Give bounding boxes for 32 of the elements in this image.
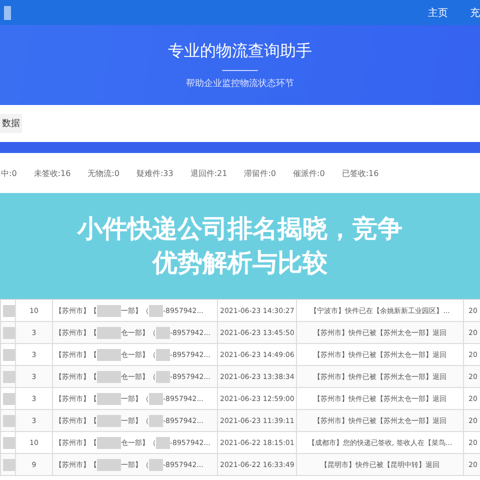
banner-subtitle: 帮助企业监控物流状态环节 <box>186 78 294 90</box>
status-count[interactable]: 催派件:0 <box>293 168 325 178</box>
redacted-block <box>97 458 121 470</box>
redacted-block <box>149 392 163 404</box>
status-count[interactable]: 已签收:16 <box>342 168 379 178</box>
headline-text: 优势解析与比较 <box>152 247 328 279</box>
status-count[interactable]: 退回件:21 <box>190 168 228 178</box>
redacted-block <box>156 326 170 338</box>
nav-link[interactable]: 充 <box>470 6 480 20</box>
logo-icon[interactable] <box>4 6 11 20</box>
redacted-block <box>97 348 121 360</box>
status-count[interactable]: 未签收:16 <box>34 168 71 178</box>
redacted-block <box>149 458 163 470</box>
status-count[interactable]: 无物流:0 <box>88 168 120 178</box>
redacted-block <box>97 304 121 316</box>
nav-link[interactable]: 主页 <box>428 6 448 20</box>
status-count[interactable]: 疑难件:33 <box>136 168 174 178</box>
redacted-block <box>97 436 121 448</box>
redacted-block <box>156 436 170 448</box>
redacted-block <box>149 414 163 426</box>
status-count[interactable]: 中:0 <box>1 168 17 178</box>
redacted-block <box>97 370 121 382</box>
headline-text: 小件快递公司排名揭晓，竞争 <box>78 213 402 245</box>
status-count[interactable]: 滞留件:0 <box>244 168 276 178</box>
redacted-block <box>156 370 170 382</box>
redacted-block <box>156 348 170 360</box>
banner-title: 专业的物流查询助手 <box>168 40 312 62</box>
redacted-block <box>149 304 163 316</box>
data-tab[interactable]: 数据 <box>0 114 22 133</box>
redacted-block <box>97 326 121 338</box>
redacted-block <box>97 414 121 426</box>
redacted-block <box>97 392 121 404</box>
